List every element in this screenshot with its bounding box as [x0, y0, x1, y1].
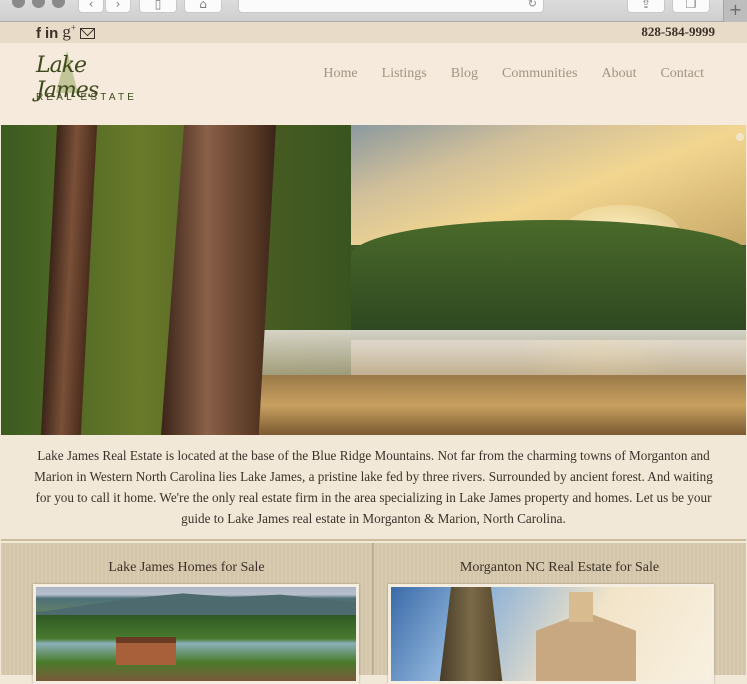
feature-morganton-real-estate: Morganton NC Real Estate for Sale	[374, 543, 745, 684]
social-links: f in g+	[36, 22, 95, 43]
plus-icon: +	[728, 0, 743, 19]
tabs-icon: ❐	[685, 0, 697, 11]
logo-subtitle: REAL ESTATE	[36, 92, 138, 103]
nav-about[interactable]: About	[601, 66, 636, 82]
hero-forest-right	[351, 220, 746, 340]
nav-communities[interactable]: Communities	[502, 66, 577, 82]
feature-lake-james-homes: Lake James Homes for Sale	[1, 543, 372, 684]
hero-image	[1, 125, 746, 435]
share-icon: ⇪	[640, 0, 652, 11]
nav-home[interactable]: Home	[323, 66, 357, 82]
feature-title[interactable]: Morganton NC Real Estate for Sale	[374, 560, 745, 576]
slider-indicator[interactable]	[736, 133, 744, 141]
intro-text: Lake James Real Estate is located at the…	[34, 448, 713, 526]
clock-tower-shape	[569, 592, 593, 622]
house-shape	[116, 637, 176, 665]
chevron-right-icon: ›	[115, 0, 121, 11]
site-logo[interactable]: Lake James REAL ESTATE	[34, 51, 134, 111]
nav-contact[interactable]: Contact	[660, 66, 704, 82]
share-button[interactable]: ⇪	[627, 0, 665, 13]
feature-image[interactable]	[33, 584, 359, 684]
features-section: Lake James Homes for Sale Morganton NC R…	[1, 543, 746, 684]
reload-icon[interactable]: ↻	[528, 0, 537, 10]
intro-section: Lake James Real Estate is located at the…	[1, 435, 746, 541]
hero-mist	[251, 330, 746, 375]
hero-water	[251, 375, 746, 435]
tree-shape	[439, 587, 503, 681]
googleplus-icon[interactable]: g+	[62, 22, 76, 42]
feature-title[interactable]: Lake James Homes for Sale	[1, 560, 372, 576]
courthouse-shape	[536, 612, 636, 681]
facebook-icon[interactable]: f	[36, 25, 41, 42]
googleplus-plus: +	[70, 22, 76, 33]
site-header: Lake James REAL ESTATE Home Listings Blo…	[0, 43, 747, 125]
sidebar-button[interactable]: ▯	[139, 0, 177, 13]
top-bar: f in g+ 828-584-9999	[0, 22, 747, 43]
address-bar[interactable]: ↻	[238, 0, 544, 13]
linkedin-icon[interactable]: in	[45, 25, 58, 42]
browser-toolbar: ‹ › ▯ ⌂ ↻ ⇪ ❐ +	[0, 0, 747, 22]
sidebar-icon: ▯	[154, 0, 162, 11]
email-icon[interactable]	[79, 27, 95, 39]
back-button[interactable]: ‹	[78, 0, 104, 13]
close-window-button[interactable]	[12, 0, 25, 8]
zoom-window-button[interactable]	[52, 0, 65, 8]
nav-blog[interactable]: Blog	[451, 66, 478, 82]
minimize-window-button[interactable]	[32, 0, 45, 8]
nav-listings[interactable]: Listings	[382, 66, 427, 82]
chevron-left-icon: ‹	[88, 0, 94, 11]
googleplus-glyph: g	[62, 22, 71, 41]
mountain-shape	[36, 593, 356, 615]
home-button[interactable]: ⌂	[184, 0, 222, 13]
show-tabs-button[interactable]: ❐	[672, 0, 710, 13]
new-tab-button[interactable]: +	[723, 0, 747, 22]
home-icon: ⌂	[199, 0, 207, 11]
feature-image[interactable]	[388, 584, 714, 684]
main-nav: Home Listings Blog Communities About Con…	[323, 66, 704, 82]
phone-number[interactable]: 828-584-9999	[641, 24, 715, 40]
forward-button[interactable]: ›	[105, 0, 131, 13]
